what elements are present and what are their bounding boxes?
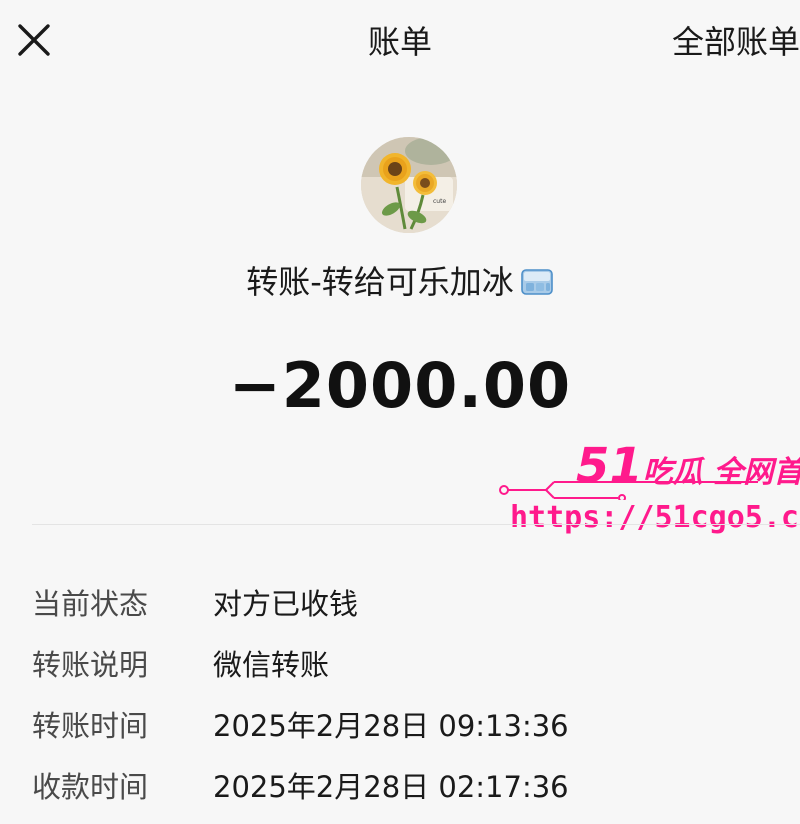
top-navigation-bar: 账单 全部账单 — [0, 0, 800, 84]
sunflower-avatar-icon: cute — [361, 137, 457, 233]
detail-row-transfer-time: 转账时间 2025年2月28日 09:13:36 — [32, 702, 772, 752]
circuit-decoration-icon — [499, 481, 758, 500]
watermark-url: https://51cgo5.com — [510, 500, 800, 535]
transaction-title: 转账-转给可乐加冰 — [0, 260, 800, 304]
detail-value: 微信转账 — [213, 648, 330, 682]
detail-row-note: 转账说明 微信转账 — [32, 641, 772, 691]
transaction-title-text: 转账-转给可乐加冰 — [246, 263, 514, 301]
detail-label: 转账说明 — [32, 648, 149, 682]
detail-label: 转账时间 — [32, 709, 149, 743]
detail-row-receive-time: 收款时间 2025年2月28日 02:17:36 — [32, 763, 772, 813]
watermark-overlay: 51吃瓜 全网首发 https://51cgo5.com — [498, 440, 800, 540]
detail-value: 对方已收钱 — [213, 587, 359, 621]
divider — [32, 524, 800, 525]
avatar: cute — [361, 137, 457, 233]
detail-row-status: 当前状态 对方已收钱 — [32, 580, 772, 630]
detail-label: 当前状态 — [32, 587, 149, 621]
all-bills-link[interactable]: 全部账单 — [672, 22, 800, 62]
detail-label: 收款时间 — [32, 770, 149, 804]
svg-text:cute: cute — [433, 198, 446, 205]
ice-cube-icon — [520, 264, 554, 298]
detail-value: 2025年2月28日 09:13:36 — [213, 709, 569, 743]
transaction-amount: −2000.00 — [228, 349, 572, 422]
detail-value: 2025年2月28日 02:17:36 — [213, 770, 569, 804]
